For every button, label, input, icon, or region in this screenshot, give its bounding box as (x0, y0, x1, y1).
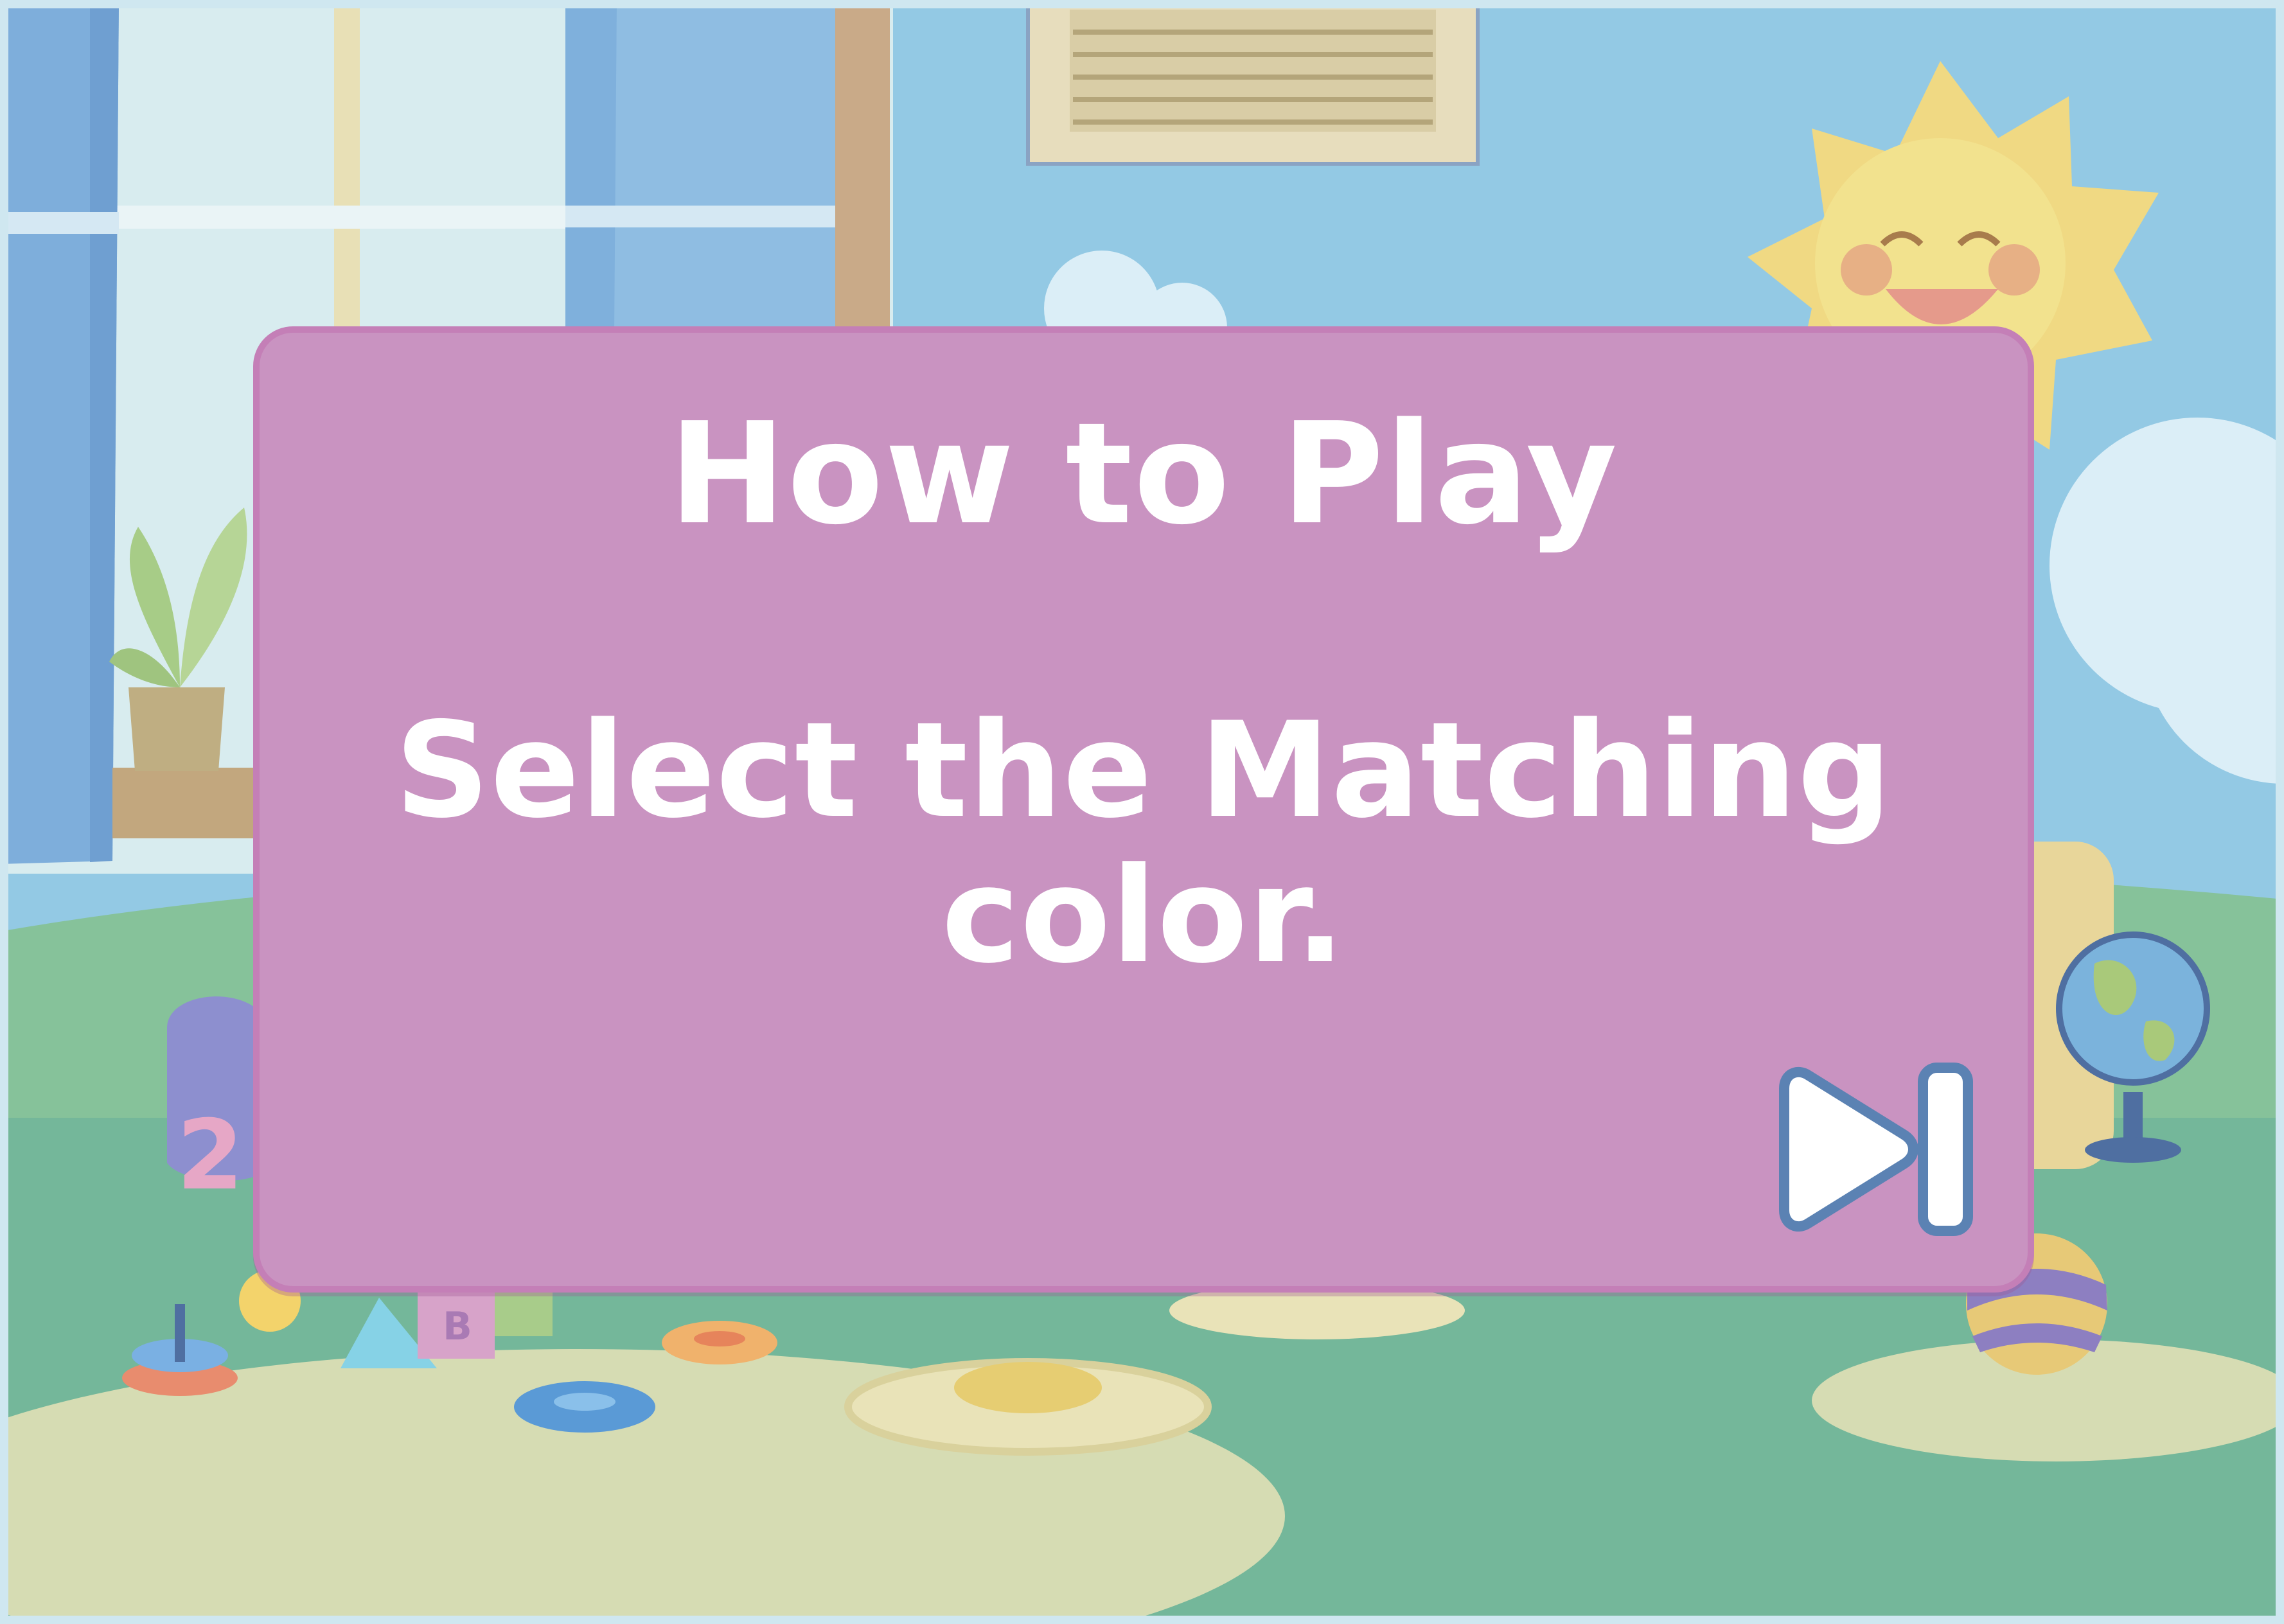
how-to-play-dialog: How to Play Select the Matching color. (253, 326, 2034, 1293)
skip-button[interactable] (1771, 1063, 1977, 1236)
skip-next-icon (1779, 1063, 1973, 1236)
dialog-instruction: Select the Matching color. (394, 694, 1893, 993)
dialog-title: How to Play (668, 393, 1619, 556)
air-vent-icon (1026, 0, 1480, 166)
svg-text:B: B (443, 1304, 472, 1349)
number-toy-icon: 2 (177, 1100, 243, 1212)
svg-text:2: 2 (177, 1100, 243, 1212)
